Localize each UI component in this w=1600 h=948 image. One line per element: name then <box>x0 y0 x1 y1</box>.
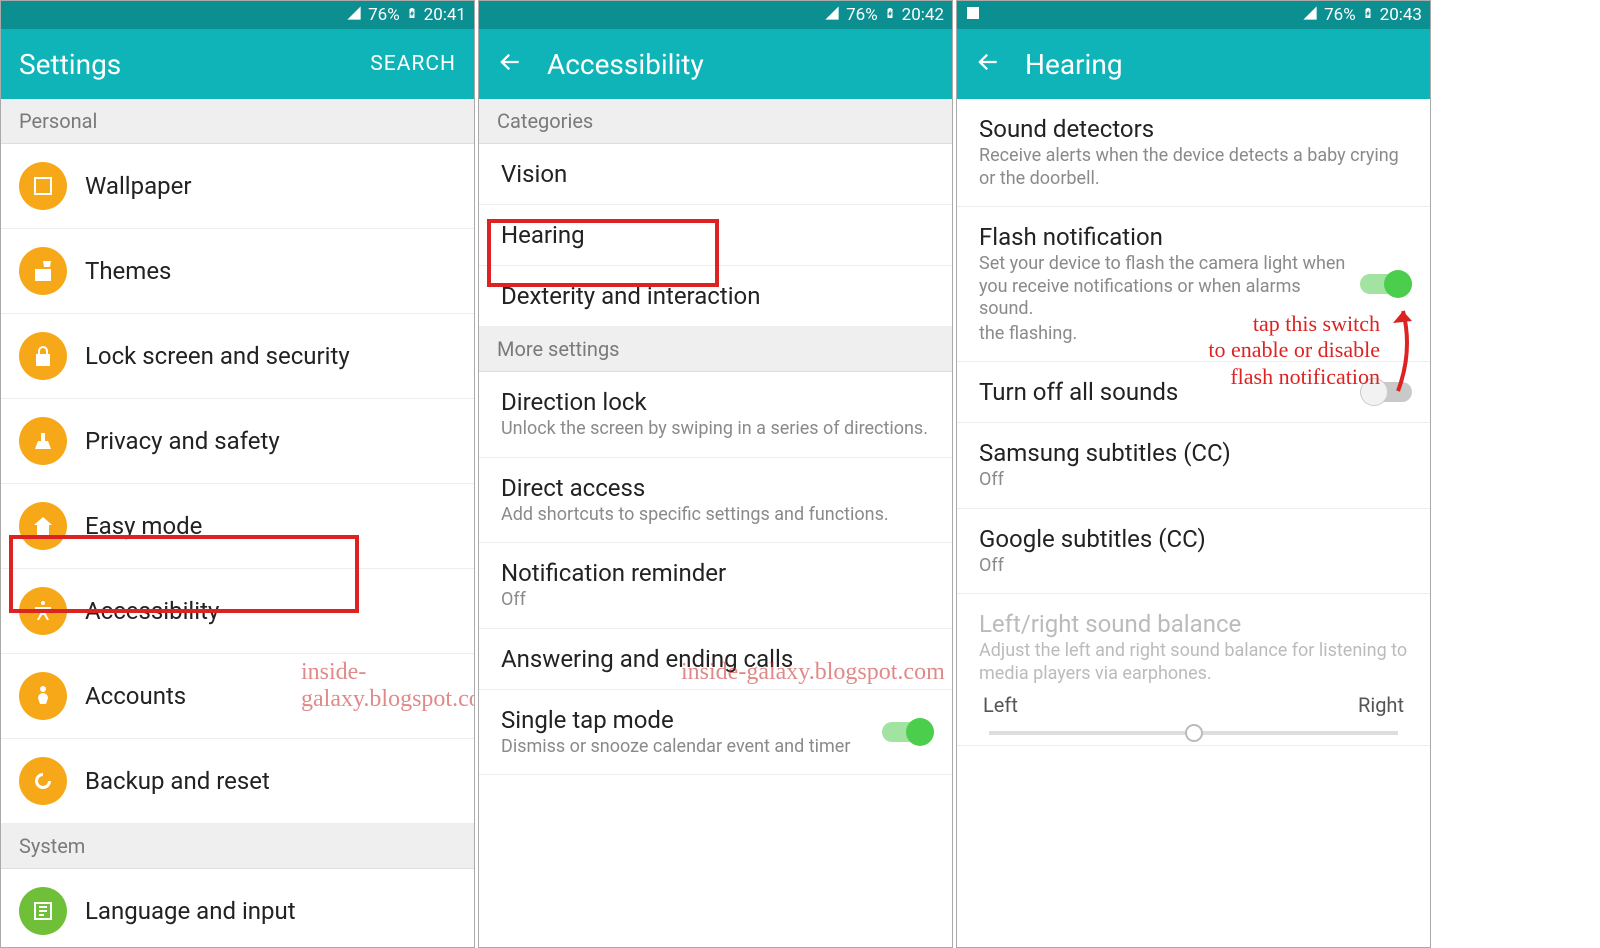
highlight-accessibility <box>9 535 359 613</box>
status-bar: 76% 20:41 <box>1 1 474 29</box>
page-title: Settings <box>19 48 121 81</box>
row-title: Sound detectors <box>979 115 1408 143</box>
clock-text: 20:42 <box>902 5 944 25</box>
row-language[interactable]: Language and input <box>1 869 474 948</box>
row-title: Single tap mode <box>501 706 930 734</box>
row-subtitle: Receive alerts when the device detects a… <box>979 145 1408 190</box>
row-label: Accounts <box>85 682 186 710</box>
section-system: System <box>1 824 474 869</box>
page-title: Accessibility <box>547 48 704 81</box>
watermark: inside-galaxy.blogspot.com <box>301 659 475 713</box>
row-google-subtitles[interactable]: Google subtitles (CC) Off <box>957 509 1430 595</box>
action-bar: Settings SEARCH <box>1 29 474 99</box>
action-bar: Accessibility <box>479 29 952 99</box>
single-tap-switch[interactable] <box>882 718 934 746</box>
row-subtitle: Add shortcuts to specific settings and f… <box>501 504 930 527</box>
row-sound-balance: Left/right sound balance Adjust the left… <box>957 594 1430 746</box>
row-title: Google subtitles (CC) <box>979 525 1408 553</box>
row-subtitle: Unlock the screen by swiping in a series… <box>501 418 930 441</box>
row-samsung-subtitles[interactable]: Samsung subtitles (CC) Off <box>957 423 1430 509</box>
row-label: Lock screen and security <box>85 342 350 370</box>
row-backup[interactable]: Backup and reset <box>1 739 474 824</box>
row-label: Backup and reset <box>85 767 270 795</box>
section-categories: Categories <box>479 99 952 144</box>
row-title: Samsung subtitles (CC) <box>979 439 1408 467</box>
battery-charging-icon <box>884 4 896 27</box>
accounts-icon <box>19 672 67 720</box>
flash-notification-switch[interactable] <box>1360 270 1412 298</box>
slider-labels: Left Right <box>979 685 1408 717</box>
row-subtitle: Off <box>979 555 1408 578</box>
row-notification-reminder[interactable]: Notification reminder Off <box>479 543 952 629</box>
row-direct-access[interactable]: Direct access Add shortcuts to specific … <box>479 458 952 544</box>
language-icon <box>19 887 67 935</box>
watermark: inside-galaxy.blogspot.com <box>681 659 945 686</box>
back-button[interactable] <box>975 49 1001 79</box>
lock-icon <box>19 332 67 380</box>
battery-charging-icon <box>1362 4 1374 27</box>
row-title: Left/right sound balance <box>979 610 1408 638</box>
row-subtitle: Adjust the left and right sound balance … <box>979 640 1408 685</box>
section-more: More settings <box>479 327 952 372</box>
row-label: Language and input <box>85 897 296 925</box>
row-subtitle: Off <box>501 589 930 612</box>
row-wallpaper[interactable]: Wallpaper <box>1 144 474 229</box>
annotation-text: tap this switchto enable or disableflash… <box>1120 311 1380 390</box>
row-themes[interactable]: Themes <box>1 229 474 314</box>
row-vision[interactable]: Vision <box>479 144 952 205</box>
themes-icon <box>19 247 67 295</box>
slider-right-label: Right <box>1358 693 1404 717</box>
row-sound-detectors[interactable]: Sound detectors Receive alerts when the … <box>957 99 1430 207</box>
balance-slider[interactable] <box>989 731 1398 735</box>
action-bar: Hearing <box>957 29 1430 99</box>
row-single-tap[interactable]: Single tap mode Dismiss or snooze calend… <box>479 690 952 776</box>
annotation-arrow-icon <box>1378 301 1418 401</box>
row-subtitle: Dismiss or snooze calendar event and tim… <box>501 736 930 759</box>
battery-text: 76% <box>846 5 878 25</box>
highlight-hearing <box>487 219 719 287</box>
slider-left-label: Left <box>983 693 1018 717</box>
back-button[interactable] <box>497 49 523 79</box>
status-bar: 76% 20:43 <box>957 1 1430 29</box>
signal-icon <box>824 5 840 26</box>
screen-hearing: 76% 20:43 Hearing Sound detectors Receiv… <box>956 0 1431 948</box>
privacy-icon <box>19 417 67 465</box>
battery-text: 76% <box>1324 5 1356 25</box>
row-subtitle: Off <box>979 469 1408 492</box>
row-label: Vision <box>501 160 930 188</box>
row-label: Privacy and safety <box>85 427 280 455</box>
wallpaper-icon <box>19 162 67 210</box>
row-title: Direct access <box>501 474 930 502</box>
screen-settings: 76% 20:41 Settings SEARCH Personal Wallp… <box>0 0 475 948</box>
backup-icon <box>19 757 67 805</box>
row-title: Direction lock <box>501 388 930 416</box>
section-personal: Personal <box>1 99 474 144</box>
screen-accessibility: 76% 20:42 Accessibility Categories Visio… <box>478 0 953 948</box>
search-button[interactable]: SEARCH <box>370 52 456 76</box>
image-icon <box>965 5 981 26</box>
row-lock-security[interactable]: Lock screen and security <box>1 314 474 399</box>
signal-icon <box>346 5 362 26</box>
row-title: Flash notification <box>979 223 1350 251</box>
battery-text: 76% <box>368 5 400 25</box>
battery-charging-icon <box>406 4 418 27</box>
clock-text: 20:41 <box>424 5 466 25</box>
signal-icon <box>1302 5 1318 26</box>
row-label: Wallpaper <box>85 172 192 200</box>
page-title: Hearing <box>1025 48 1123 81</box>
row-direction-lock[interactable]: Direction lock Unlock the screen by swip… <box>479 372 952 458</box>
status-bar: 76% 20:42 <box>479 1 952 29</box>
row-privacy[interactable]: Privacy and safety <box>1 399 474 484</box>
row-label: Themes <box>85 257 171 285</box>
clock-text: 20:43 <box>1380 5 1422 25</box>
row-title: Notification reminder <box>501 559 930 587</box>
slider-thumb[interactable] <box>1185 724 1203 742</box>
